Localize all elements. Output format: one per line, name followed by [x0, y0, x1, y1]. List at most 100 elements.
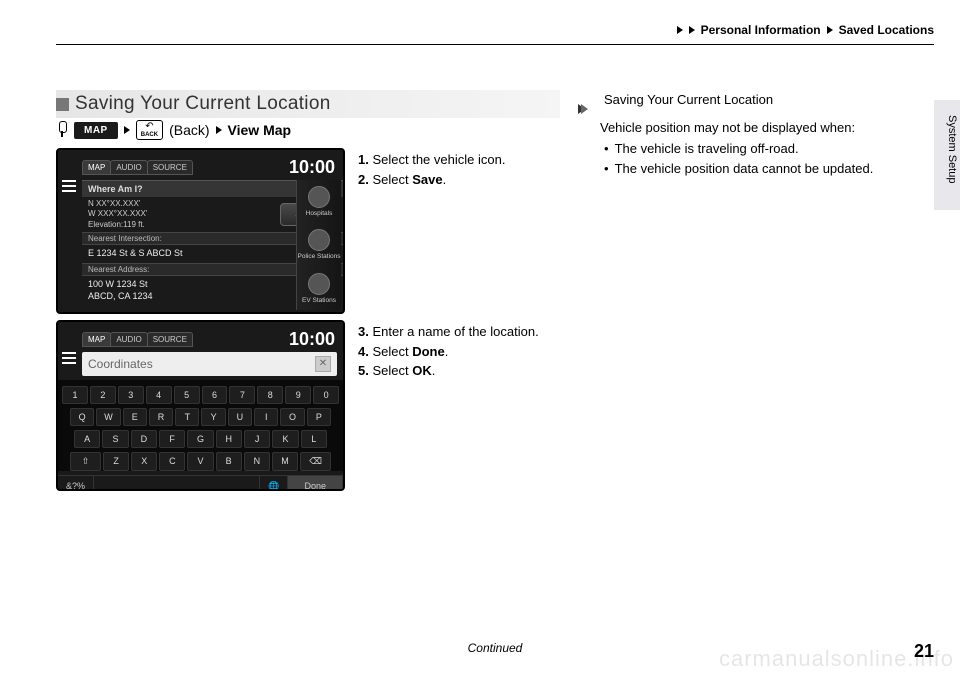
key: W: [96, 408, 120, 426]
key: V: [187, 452, 213, 471]
info-bullet: The vehicle position data cannot be upda…: [604, 159, 918, 179]
breadcrumb-page: Saved Locations: [839, 23, 934, 37]
kb-row-asdf: A S D F G H J K L: [62, 430, 339, 448]
key: B: [216, 452, 242, 471]
key: L: [301, 430, 327, 448]
globe-key: 🌐: [260, 476, 288, 491]
info-lead: Vehicle position may not be displayed wh…: [600, 118, 918, 138]
mode-tabs: MAP AUDIO SOURCE: [82, 332, 192, 347]
step-1: 1. Select the vehicle icon.: [358, 150, 558, 170]
nav-screenshot-where-am-i: MAP AUDIO SOURCE 10:00 Where Am I? N XX°…: [56, 148, 345, 314]
symbols-key: &?%: [58, 476, 94, 491]
info-note: Saving Your Current Location Vehicle pos…: [588, 90, 918, 180]
key: S: [102, 430, 128, 448]
key: 1: [62, 386, 88, 404]
key: Z: [103, 452, 129, 471]
key: M: [272, 452, 298, 471]
key: E: [123, 408, 147, 426]
map-chip: MAP: [74, 122, 118, 139]
key: 0: [313, 386, 339, 404]
key: 9: [285, 386, 311, 404]
tab-source: SOURCE: [147, 332, 193, 347]
voice-icon: [56, 121, 68, 139]
clear-icon: ✕: [315, 356, 331, 372]
back-paren: (Back): [169, 122, 209, 138]
key: 6: [202, 386, 228, 404]
view-map-label: View Map: [228, 122, 292, 138]
spacebar: [94, 476, 260, 491]
back-arrow-icon: ↶: [145, 122, 153, 132]
tab-map: MAP: [82, 160, 111, 175]
cat-ev: EV Stations: [297, 273, 341, 304]
chevron-right-icon: [216, 126, 222, 134]
step-list-1: 1. Select the vehicle icon. 2. Select Sa…: [358, 150, 558, 189]
page-heading: Saving Your Current Location: [56, 90, 560, 118]
key: A: [74, 430, 100, 448]
menu-icon: [62, 180, 76, 192]
key: H: [216, 430, 242, 448]
cat-label: Police Stations: [298, 253, 341, 260]
done-key: Done: [288, 476, 343, 491]
watermark: carmanualsonline.info: [719, 646, 954, 672]
key: T: [175, 408, 199, 426]
chevron-right-icon: [689, 26, 695, 34]
clock: 10:00: [289, 329, 335, 350]
tab-audio: AUDIO: [110, 160, 147, 175]
kb-bottom-bar: &?% 🌐 Done: [58, 475, 343, 491]
tab-audio: AUDIO: [110, 332, 147, 347]
text-input: Coordinates ✕: [82, 352, 337, 376]
menu-icon: [62, 352, 76, 364]
chevron-right-icon: [124, 126, 130, 134]
key: G: [187, 430, 213, 448]
key: 7: [229, 386, 255, 404]
key: 8: [257, 386, 283, 404]
info-note-title-row: Saving Your Current Location: [588, 90, 918, 110]
kb-row-numbers: 1 2 3 4 5 6 7 8 9 0: [62, 386, 339, 404]
mode-tabs: MAP AUDIO SOURCE: [82, 160, 192, 175]
heading-bullet-icon: [56, 98, 69, 111]
key: Q: [70, 408, 94, 426]
key: D: [131, 430, 157, 448]
tab-source: SOURCE: [147, 160, 193, 175]
note-icon: [588, 95, 600, 105]
step-2: 2. Select Save.: [358, 170, 558, 190]
key: N: [244, 452, 270, 471]
key: P: [307, 408, 331, 426]
backspace-key: ⌫: [300, 452, 331, 471]
category-sidebar: Hospitals Police Stations EV Stations: [296, 180, 341, 310]
side-tab-label: System Setup: [946, 115, 958, 183]
back-button-glyph: ↶ BACK: [136, 120, 163, 140]
key: 3: [118, 386, 144, 404]
key: K: [272, 430, 298, 448]
key: Y: [201, 408, 225, 426]
step-list-2: 3. Enter a name of the location. 4. Sele…: [358, 322, 558, 381]
key: C: [159, 452, 185, 471]
info-note-body: Vehicle position may not be displayed wh…: [588, 118, 918, 179]
key: O: [280, 408, 304, 426]
cat-label: EV Stations: [302, 297, 336, 304]
key: 5: [174, 386, 200, 404]
hospital-icon: [308, 186, 330, 208]
back-label: BACK: [141, 132, 158, 138]
step-4: 4. Select Done.: [358, 342, 558, 362]
key: U: [228, 408, 252, 426]
tab-map: MAP: [82, 332, 111, 347]
police-icon: [308, 229, 330, 251]
ev-icon: [308, 273, 330, 295]
cat-label: Hospitals: [306, 210, 333, 217]
key: I: [254, 408, 278, 426]
nav-sequence: MAP ↶ BACK (Back) View Map: [56, 120, 291, 140]
key: X: [131, 452, 157, 471]
current-coordinates: N XX°XX.XXX' W XXX°XX.XXX' Elevation:119…: [88, 199, 147, 230]
info-note-title: Saving Your Current Location: [604, 90, 773, 110]
kb-row-qwerty: Q W E R T Y U I O P: [62, 408, 339, 426]
kb-row-zxcv: ⇧ Z X C V B N M ⌫: [62, 452, 339, 471]
breadcrumb-section: Personal Information: [701, 23, 821, 37]
chevron-right-icon: [677, 26, 683, 34]
info-bullet: The vehicle is traveling off-road.: [604, 139, 918, 159]
key: R: [149, 408, 173, 426]
key: J: [244, 430, 270, 448]
step-3: 3. Enter a name of the location.: [358, 322, 558, 342]
key: F: [159, 430, 185, 448]
key: 2: [90, 386, 116, 404]
